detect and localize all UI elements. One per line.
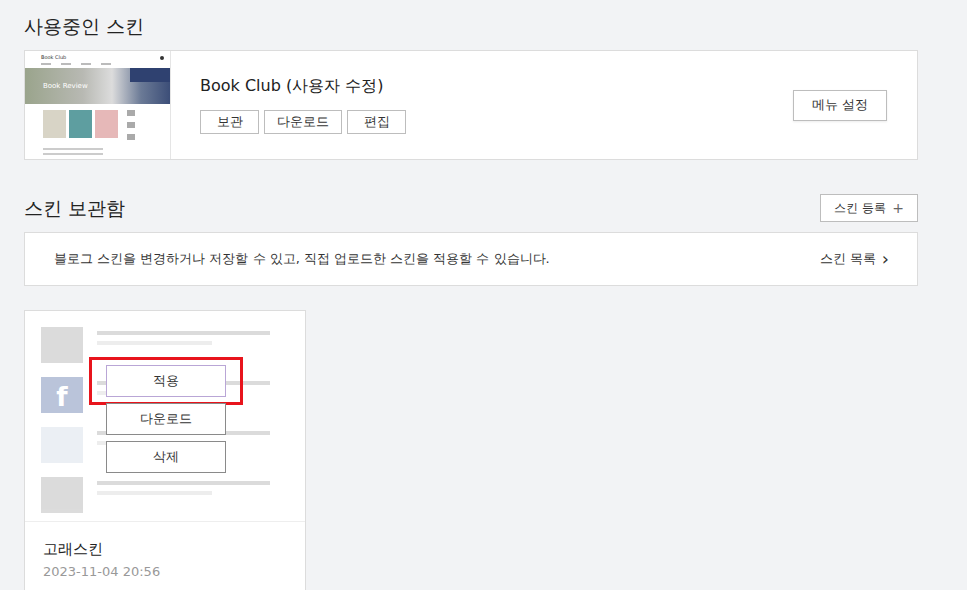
facebook-icon: f bbox=[41, 377, 83, 413]
skin-card-action-button[interactable]: 적용 bbox=[106, 365, 226, 397]
info-bar: 블로그 스킨을 변경하거나 저장할 수 있고, 직접 업로드한 스킨을 적용할 … bbox=[24, 232, 918, 286]
skin-card-action-button[interactable]: 다운로드 bbox=[106, 403, 226, 435]
current-skin-title: Book Club (사용자 수정) bbox=[200, 76, 793, 96]
current-skin-heading: 사용중인 스킨 bbox=[24, 13, 918, 39]
skin-date: 2023-11-04 20:56 bbox=[43, 562, 287, 582]
register-skin-button[interactable]: 스킨 등록+ bbox=[820, 194, 918, 222]
skin-card-action-button[interactable]: 삭제 bbox=[106, 441, 226, 473]
skin-archive-heading: 스킨 보관함 bbox=[24, 194, 125, 222]
skin-name: 고래스킨 bbox=[43, 539, 287, 559]
current-skin-thumbnail: Book Club Book Review bbox=[25, 51, 171, 159]
skin-list-link[interactable]: 스킨 목록› bbox=[820, 250, 889, 268]
highlight-box: 삭제 bbox=[89, 433, 243, 481]
info-text: 블로그 스킨을 변경하거나 저장할 수 있고, 직접 업로드한 스킨을 적용할 … bbox=[54, 250, 550, 268]
highlight-box: 다운로드 bbox=[89, 395, 243, 443]
current-skin-card: Book Club Book Review Book Club (사용자 수정) 보관… bbox=[24, 50, 918, 160]
highlight-box: 적용 bbox=[89, 357, 243, 405]
skin-thumbnail: f 적용다운로드삭제 bbox=[25, 311, 305, 522]
skin-settings-page: 사용중인 스킨 Book Club Book Review Book Club (사용… bbox=[0, 0, 918, 590]
skin-action-button[interactable]: 보관 bbox=[200, 110, 259, 134]
plus-icon: + bbox=[892, 200, 904, 216]
skin-action-button[interactable]: 편집 bbox=[347, 110, 406, 134]
skin-card: f 적용다운로드삭제고래스킨 2023-11-04 20:56 bbox=[24, 310, 306, 590]
chevron-right-icon: › bbox=[882, 252, 889, 266]
skin-action-button[interactable]: 다운로드 bbox=[264, 110, 342, 134]
thumbnail-brand: Book Club bbox=[41, 54, 66, 61]
thumbnail-banner: Book Review bbox=[25, 68, 170, 104]
menu-settings-button[interactable]: 메뉴 설정 bbox=[793, 90, 887, 121]
